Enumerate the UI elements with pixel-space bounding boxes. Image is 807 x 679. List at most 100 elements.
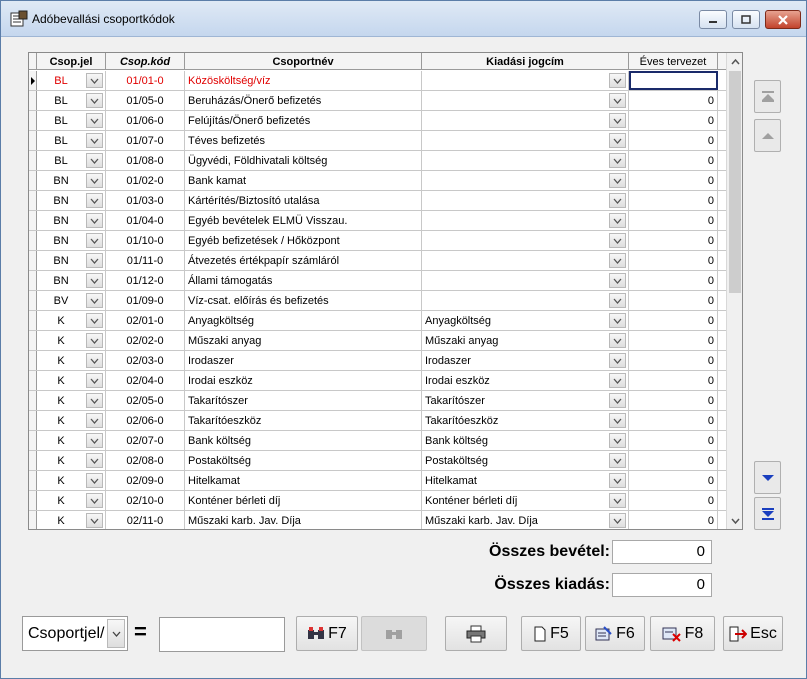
csop-jel-cell[interactable]: BL [37,71,106,90]
eves-tervezet-cell[interactable]: 0 [629,331,718,350]
row-indicator[interactable] [29,451,37,470]
table-row[interactable]: K 02/06-0 Takarítóeszköz Takarítóeszköz 0 [29,411,726,431]
table-row[interactable]: K 02/08-0 Postaköltség Postaköltség 0 [29,451,726,471]
table-row[interactable]: K 02/02-0 Műszaki anyag Műszaki anyag 0 [29,331,726,351]
row-indicator[interactable] [29,91,37,110]
row-indicator[interactable] [29,491,37,510]
table-row[interactable]: BL 01/01-0 Közösköltség/víz [29,71,726,91]
chevron-down-icon[interactable] [86,73,103,88]
kiadasi-jogcim-cell[interactable]: Műszaki anyag [422,331,629,350]
vertical-scrollbar[interactable] [726,53,742,529]
chevron-down-icon[interactable] [609,253,626,268]
header-eves-tervezet[interactable]: Éves tervezet [629,53,718,70]
kiadasi-jogcim-cell[interactable] [422,191,629,210]
csop-kod-cell[interactable]: 01/11-0 [106,251,185,270]
row-indicator[interactable] [29,151,37,170]
chevron-down-icon[interactable] [609,273,626,288]
csop-jel-cell[interactable]: K [37,411,106,430]
csop-kod-cell[interactable]: 01/04-0 [106,211,185,230]
chevron-down-icon[interactable] [609,433,626,448]
eves-tervezet-cell[interactable]: 0 [629,291,718,310]
eves-tervezet-cell[interactable]: 0 [629,451,718,470]
csoportnev-cell[interactable]: Beruházás/Önerő befizetés [185,91,422,110]
csoportnev-cell[interactable]: Átvezetés értékpapír számláról [185,251,422,270]
kiadasi-jogcim-cell[interactable] [422,231,629,250]
chevron-down-icon[interactable] [86,373,103,388]
csop-jel-cell[interactable]: BL [37,151,106,170]
table-row[interactable]: BN 01/02-0 Bank kamat 0 [29,171,726,191]
eves-tervezet-cell[interactable]: 0 [629,311,718,330]
csop-jel-cell[interactable]: BL [37,131,106,150]
csop-kod-cell[interactable]: 02/08-0 [106,451,185,470]
csoportnev-cell[interactable]: Műszaki anyag [185,331,422,350]
csoportnev-cell[interactable]: Egyéb bevételek ELMÜ Visszau. [185,211,422,230]
kiadasi-jogcim-cell[interactable] [422,271,629,290]
chevron-down-icon[interactable] [609,513,626,528]
csop-kod-cell[interactable]: 02/05-0 [106,391,185,410]
csop-kod-cell[interactable]: 01/03-0 [106,191,185,210]
csop-jel-cell[interactable]: K [37,331,106,350]
eves-tervezet-cell[interactable]: 0 [629,191,718,210]
eves-tervezet-cell[interactable]: 0 [629,111,718,130]
chevron-down-icon[interactable] [609,413,626,428]
eves-tervezet-cell[interactable]: 0 [629,491,718,510]
csoportnev-cell[interactable]: Irodaszer [185,351,422,370]
last-record-button[interactable] [754,497,781,530]
row-indicator[interactable] [29,191,37,210]
kiadasi-jogcim-cell[interactable] [422,151,629,170]
row-indicator[interactable] [29,411,37,430]
csop-kod-cell[interactable]: 01/09-0 [106,291,185,310]
kiadasi-jogcim-cell[interactable]: Takarítószer [422,391,629,410]
csoportnev-cell[interactable]: Ügyvédi, Földhivatali költség [185,151,422,170]
kiadasi-jogcim-cell[interactable]: Konténer bérleti díj [422,491,629,510]
chevron-down-icon[interactable] [86,273,103,288]
row-indicator[interactable] [29,131,37,150]
csop-jel-cell[interactable]: BL [37,91,106,110]
row-indicator[interactable] [29,271,37,290]
row-indicator[interactable] [29,391,37,410]
csoportnev-cell[interactable]: Bank költség [185,431,422,450]
chevron-down-icon[interactable] [86,153,103,168]
chevron-down-icon[interactable] [609,73,626,88]
row-indicator[interactable] [29,71,37,90]
chevron-down-icon[interactable] [86,353,103,368]
scroll-down-icon[interactable] [730,515,741,526]
kiadasi-jogcim-cell[interactable] [422,91,629,110]
eves-tervezet-cell[interactable] [629,71,718,90]
table-row[interactable]: BN 01/11-0 Átvezetés értékpapír számláról 0 [29,251,726,271]
csoportnev-cell[interactable]: Bank kamat [185,171,422,190]
csop-jel-cell[interactable]: K [37,311,106,330]
table-row[interactable]: K 02/04-0 Irodai eszköz Irodai eszköz 0 [29,371,726,391]
csop-kod-cell[interactable]: 02/01-0 [106,311,185,330]
next-record-button[interactable] [754,461,781,494]
csop-jel-cell[interactable]: K [37,451,106,470]
prev-record-button[interactable] [754,119,781,152]
csoportnev-cell[interactable]: Takarítószer [185,391,422,410]
csoportnev-cell[interactable]: Hitelkamat [185,471,422,490]
eves-tervezet-cell[interactable]: 0 [629,251,718,270]
row-indicator[interactable] [29,371,37,390]
row-indicator[interactable] [29,291,37,310]
new-f5-button[interactable]: F5 [521,616,581,651]
close-button[interactable] [765,10,801,29]
header-csop-kod[interactable]: Csop.kód [106,53,185,70]
eves-tervezet-cell[interactable]: 0 [629,351,718,370]
first-record-button[interactable] [754,80,781,113]
csop-jel-cell[interactable]: BN [37,211,106,230]
search-next-button[interactable] [361,616,427,651]
table-row[interactable]: K 02/11-0 Műszaki karb. Jav. Díja Műszaki k… [29,511,726,529]
row-indicator[interactable] [29,231,37,250]
csoportnev-cell[interactable]: Közösköltség/víz [185,71,422,90]
eves-tervezet-cell[interactable]: 0 [629,271,718,290]
row-indicator[interactable] [29,431,37,450]
table-row[interactable]: BN 01/10-0 Egyéb befizetések / Hőközpont 0 [29,231,726,251]
csop-kod-cell[interactable]: 02/09-0 [106,471,185,490]
kiadasi-jogcim-cell[interactable]: Hitelkamat [422,471,629,490]
chevron-down-icon[interactable] [86,193,103,208]
csop-jel-cell[interactable]: K [37,511,106,529]
csop-kod-cell[interactable]: 01/05-0 [106,91,185,110]
csop-jel-cell[interactable]: K [37,471,106,490]
chevron-down-icon[interactable] [609,193,626,208]
csoportnev-cell[interactable]: Műszaki karb. Jav. Díja [185,511,422,529]
table-row[interactable]: BN 01/04-0 Egyéb bevételek ELMÜ Visszau. 0 [29,211,726,231]
